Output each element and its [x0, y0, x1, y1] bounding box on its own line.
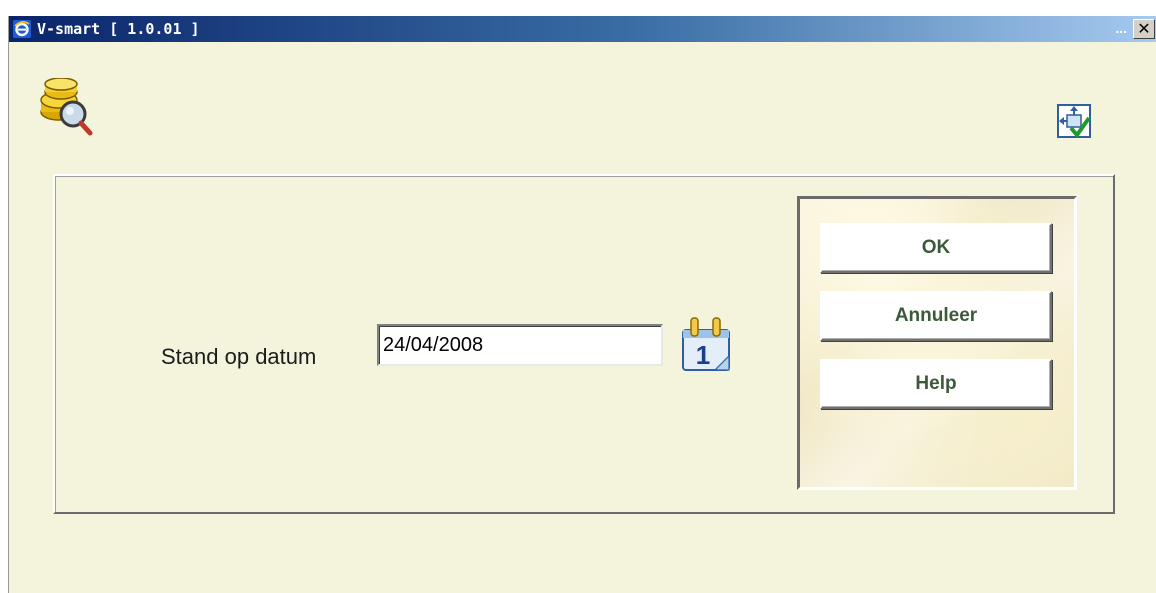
ok-button[interactable]: OK [820, 223, 1052, 273]
ie-icon [13, 20, 31, 38]
coins-search-icon [39, 77, 95, 138]
app-window: V-smart [ 1.0.01 ] ... ✕ Stand op datum … [8, 16, 1156, 593]
help-button[interactable]: Help [820, 359, 1052, 409]
date-input[interactable]: 24/04/2008 [377, 324, 663, 366]
calendar-icon[interactable]: 1 [679, 316, 735, 374]
close-button[interactable]: ✕ [1133, 19, 1155, 39]
action-button-group: OK Annuleer Help [797, 196, 1077, 490]
calendar-day-text: 1 [696, 340, 710, 370]
window-title: V-smart [ 1.0.01 ] [37, 20, 200, 38]
title-dots: ... [1115, 20, 1127, 36]
close-icon: ✕ [1137, 19, 1151, 38]
cancel-button[interactable]: Annuleer [820, 291, 1052, 341]
date-label: Stand op datum [161, 344, 317, 369]
maximize-check-icon[interactable] [1057, 104, 1091, 139]
main-panel: Stand op datum 24/04/2008 1 OK Annuleer … [53, 174, 1115, 514]
title-bar[interactable]: V-smart [ 1.0.01 ] ... ✕ [9, 16, 1156, 42]
